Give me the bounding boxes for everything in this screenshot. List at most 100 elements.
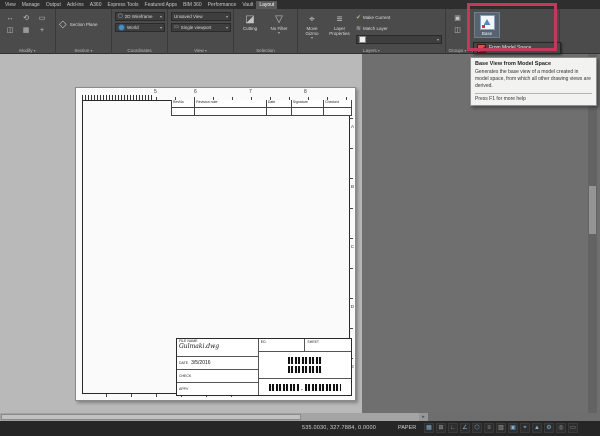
ungroup-icon[interactable]: ◫ [452,25,464,36]
visual-style-dropdown[interactable]: ▢ 2D Wireframe [115,12,165,21]
tab-bim-360[interactable]: BIM 360 [180,1,205,9]
sheet-label: SHEET [305,339,351,351]
layer-properties-icon: ≡ [337,13,343,26]
horizontal-scrollbar-thumb[interactable] [1,414,301,420]
world-ucs-icon [118,24,125,31]
layer-select-dropdown[interactable] [356,35,442,44]
polar-tracking-icon[interactable]: ∠ [460,423,470,433]
tooltip-title: Base View from Model Space [475,61,592,67]
panel-view: Unsaved View ▭ Single viewport View [168,9,234,54]
panel-label-groups[interactable]: Groups [446,48,469,53]
tooltip-body: Generates the base view of a model creat… [475,69,592,90]
ortho-icon[interactable]: ∟ [448,423,458,433]
autocad-window: View Manage Output Add-ins A360 Express … [0,0,600,436]
vertical-scrollbar-thumb[interactable] [589,186,596,234]
paper-sheet: 5 6 7 8 A B C D E RevNo Revision note Da… [75,87,356,401]
panel-coordinates: ▢ 2D Wireframe World Coordinates [112,9,168,54]
ucs-dropdown[interactable]: World [115,23,165,32]
match-layer-button[interactable]: ≋ Match Layer [356,24,388,33]
offset-icon[interactable]: + [36,25,48,36]
layer-properties-button[interactable]: ≡ Layer Properties [326,13,353,36]
check-label: CHECK [179,374,191,378]
rotate-icon[interactable]: ⟲ [20,13,32,24]
base-view-button[interactable]: Base [474,12,500,38]
make-current-button[interactable]: ✔ Make Current [356,13,390,22]
cutting-icon: ◪ [245,13,254,26]
panel-label-layers[interactable]: Layers [298,48,445,53]
date-label: DATE [179,361,188,365]
grid-icon[interactable]: ▦ [424,423,434,433]
tab-add-ins[interactable]: Add-ins [64,1,87,9]
mirror-icon[interactable]: ◫ [4,25,16,36]
viewport-icon: ▭ [174,25,179,30]
filter-icon: ▽ [275,13,283,26]
revision-column-header: Revision note [195,100,267,107]
tab-manage[interactable]: Manage [19,1,43,9]
object-snap-icon[interactable]: ⬡ [472,423,482,433]
match-layer-icon: ≋ [356,26,361,32]
panel-layers: ⌖ Move Gizmo ≡ Layer Properties ✔ Make C… [298,9,446,54]
panel-label-view[interactable]: View [168,48,233,53]
tab-a360[interactable]: A360 [87,1,105,9]
isolate-objects-icon[interactable]: ◎ [556,423,566,433]
move-gizmo-button[interactable]: ⌖ Move Gizmo [300,13,324,41]
revision-column-header: Checked [324,100,351,107]
no-filter-dropdown[interactable]: ▽ No Filter [266,13,292,36]
grid-letter: C [351,244,354,249]
ruler-number: 7 [249,89,252,95]
from-model-space-menu-item[interactable]: From Model Space [473,42,561,54]
grid-letter: B [351,184,354,189]
cutting-button[interactable]: ◪ Cutting [238,13,262,31]
named-view-dropdown[interactable]: Unsaved View [171,12,231,21]
tooltip: Base View from Model Space Generates the… [470,57,597,106]
panel-label-coordinates[interactable]: Coordinates [112,48,167,53]
base-view-icon [480,15,495,30]
drawing-canvas[interactable]: 5 6 7 8 A B C D E RevNo Revision note Da… [0,54,362,413]
tab-express-tools[interactable]: Express Tools [104,1,141,9]
revision-column-header: Date [267,100,292,107]
title-block: FILE NAME Gulmaki.dwg DATE 3/5/2016 CHEC… [176,338,352,396]
revision-table: RevNo Revision note Date Signature Check… [171,100,352,116]
workspace-gear-icon[interactable]: ⚙ [544,423,554,433]
tooltip-footer: Press F1 for more help [475,96,592,103]
tab-vault[interactable]: Vault [239,1,256,9]
move-icon[interactable]: ↔ [4,13,16,24]
panel-label-selection[interactable]: Selection [234,48,297,53]
from-model-space-icon [477,44,486,53]
titleblock-barcode [259,352,351,379]
status-bar: 535.0030, 327.7884, 0.0000 PAPER ▦ ⊞ ∟ ∠… [0,421,600,436]
group-icon[interactable]: ▣ [452,13,464,24]
dynamic-input-icon[interactable]: ⌖ [520,423,530,433]
ruler-number: 8 [304,89,307,95]
section-plane-button[interactable]: ◇ Section Plane [59,19,98,31]
stretch-icon[interactable]: ▭ [36,13,48,24]
annotation-icon[interactable]: ▲ [532,423,542,433]
tooltip-divider [475,93,592,94]
scroll-right-arrow-icon[interactable] [419,413,428,421]
transparency-icon[interactable]: ▨ [496,423,506,433]
tab-featured-apps[interactable]: Featured Apps [142,1,181,9]
ruler-number: 6 [194,89,197,95]
date-value: 3/5/2016 [191,360,210,366]
appv-label: APPV [179,387,188,391]
tab-output[interactable]: Output [43,1,64,9]
clean-screen-icon[interactable]: ▭ [568,423,578,433]
viewport-config-dropdown[interactable]: ▭ Single viewport [171,23,231,32]
paper-space-toggle[interactable]: PAPER [398,425,416,431]
file-name-value: Gulmaki.dwg [179,343,219,350]
make-current-icon: ✔ [356,15,361,21]
tab-performance[interactable]: Performance [205,1,240,9]
panel-label-section[interactable]: Section [56,48,111,53]
panel-section: ◇ Section Plane Section [56,9,112,54]
layer-color-swatch [359,36,366,43]
grid-letter: D [351,304,354,309]
tab-layout-active[interactable]: Layout [256,1,277,9]
snap-icon[interactable]: ⊞ [436,423,446,433]
array-icon[interactable]: ▦ [20,25,32,36]
ruler-number: 5 [154,89,157,95]
lineweight-icon[interactable]: ≡ [484,423,494,433]
selection-cycling-icon[interactable]: ▣ [508,423,518,433]
panel-label-modify[interactable]: Modify [0,48,55,53]
revision-column-header: RevNo [172,100,195,107]
tab-view[interactable]: View [2,1,19,9]
